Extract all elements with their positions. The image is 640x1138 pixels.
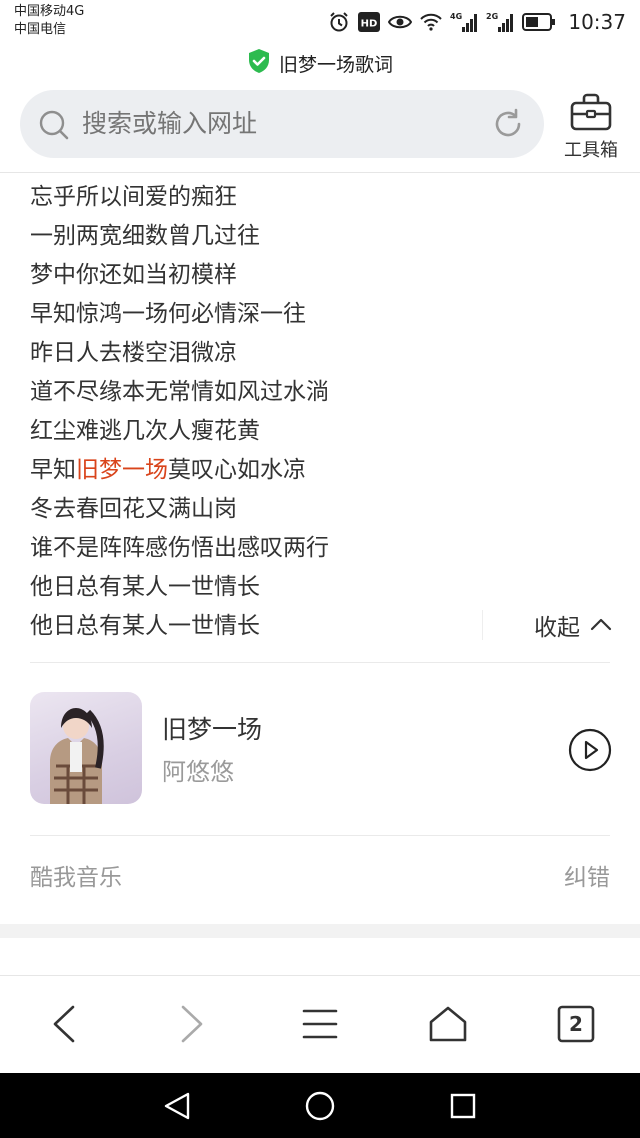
- album-cover[interactable]: [30, 692, 142, 804]
- lyric-text: 他日总有某人一世情长: [30, 574, 260, 600]
- lyric-line: 他日总有某人一世情长: [30, 568, 610, 607]
- lyric-line: 早知旧梦一场莫叹心如水凉: [30, 451, 610, 490]
- lyric-text: 莫叹心如水凉: [168, 457, 306, 483]
- lyric-text: 昨日人去楼空泪微凉: [30, 340, 237, 366]
- next-result-peek: [0, 938, 640, 978]
- lyric-text: 早知: [30, 457, 76, 483]
- svg-text:2G: 2G: [486, 12, 498, 21]
- divider: [30, 835, 610, 836]
- signal-2g-icon: 2G: [486, 11, 514, 33]
- search-input[interactable]: [82, 90, 482, 158]
- status-icons: HD 4G 2G 10:37: [328, 8, 626, 36]
- forward-button[interactable]: [168, 1000, 216, 1048]
- lyric-line: 红尘难逃几次人瘦花黄: [30, 412, 610, 451]
- lyric-line: 冬去春回花又满山岗: [30, 490, 610, 529]
- collapse-button[interactable]: 收起: [482, 604, 612, 646]
- lyric-line: 道不尽缘本无常情如风过水淌: [30, 373, 610, 412]
- lyric-text: 忘乎所以间爱的痴狂: [30, 184, 237, 210]
- toolbox-button[interactable]: 工具箱: [556, 90, 626, 161]
- hd-icon: HD: [358, 12, 381, 32]
- refresh-icon[interactable]: [492, 108, 524, 144]
- song-artist[interactable]: 阿悠悠: [162, 752, 234, 787]
- lyric-text: 红尘难逃几次人瘦花黄: [30, 418, 260, 444]
- lyric-text: 冬去春回花又满山岗: [30, 496, 237, 522]
- lyric-text: 谁不是阵阵感伤悟出感叹两行: [30, 535, 329, 561]
- wifi-icon: [420, 13, 443, 31]
- collapse-label: 收起: [534, 615, 580, 641]
- menu-button[interactable]: [296, 1000, 344, 1048]
- carrier-primary: 中国移动4G: [14, 4, 85, 19]
- system-back-icon[interactable]: [160, 1089, 194, 1123]
- play-button[interactable]: [568, 728, 612, 772]
- status-bar: 中国移动4G 中国电信 HD 4G 2G 10:37: [0, 0, 640, 44]
- carrier-secondary: 中国电信: [14, 22, 67, 37]
- lyric-text: 梦中你还如当初模样: [30, 262, 237, 288]
- search-bar[interactable]: [20, 90, 544, 158]
- chevron-up-icon: [590, 616, 612, 635]
- lyrics-list: 忘乎所以间爱的痴狂 一别两宽细数曾几过往 梦中你还如当初模样早知惊鸿一场何必情深一往…: [30, 178, 610, 646]
- svg-text:HD: HD: [361, 19, 378, 30]
- eye-icon: [388, 13, 413, 31]
- lyric-line: 忘乎所以间爱的痴狂: [30, 178, 610, 217]
- signal-4g-icon: 4G: [450, 11, 478, 33]
- song-title[interactable]: 旧梦一场: [162, 710, 262, 746]
- tabs-button[interactable]: 2: [552, 1000, 600, 1048]
- battery-icon: [522, 13, 556, 31]
- section-separator: [0, 924, 640, 938]
- lyric-text: 他日总有某人一世情长: [30, 613, 260, 639]
- lyric-line: 一别两宽细数曾几过往: [30, 217, 610, 256]
- page-title: 旧梦一场歌词: [278, 53, 393, 76]
- lyric-line: 昨日人去楼空泪微凉: [30, 334, 610, 373]
- system-home-icon[interactable]: [303, 1089, 337, 1123]
- source-label[interactable]: 酷我音乐: [30, 858, 122, 892]
- divider: [30, 662, 610, 663]
- back-button[interactable]: [40, 1000, 88, 1048]
- status-time: 10:37: [568, 10, 626, 34]
- page-title-bar: 旧梦一场歌词: [0, 44, 640, 82]
- search-icon: [38, 109, 70, 145]
- svg-text:4G: 4G: [450, 12, 462, 21]
- lyric-text: 道不尽缘本无常情如风过水淌: [30, 379, 329, 405]
- lyric-line: 梦中你还如当初模样: [30, 256, 610, 295]
- home-button[interactable]: [424, 1000, 472, 1048]
- system-nav-bar: [0, 1073, 640, 1138]
- header-divider: [0, 172, 640, 173]
- lyric-text: 一别两宽细数曾几过往: [30, 223, 260, 249]
- shield-check-icon: [247, 48, 271, 78]
- lyric-text: 早知惊鸿一场何必情深一往: [30, 301, 306, 327]
- lyric-line: 早知惊鸿一场何必情深一往: [30, 295, 610, 334]
- lyric-highlight: 旧梦一场: [76, 457, 168, 483]
- alarm-icon: [328, 11, 350, 33]
- lyric-line: 谁不是阵阵感伤悟出感叹两行: [30, 529, 610, 568]
- toolbox-label: 工具箱: [564, 140, 618, 161]
- toolbox-icon: [569, 92, 613, 136]
- system-recents-icon[interactable]: [446, 1089, 480, 1123]
- report-error-link[interactable]: 纠错: [564, 858, 610, 892]
- browser-toolbar: 2: [0, 975, 640, 1073]
- tabs-count: 2: [569, 1012, 583, 1036]
